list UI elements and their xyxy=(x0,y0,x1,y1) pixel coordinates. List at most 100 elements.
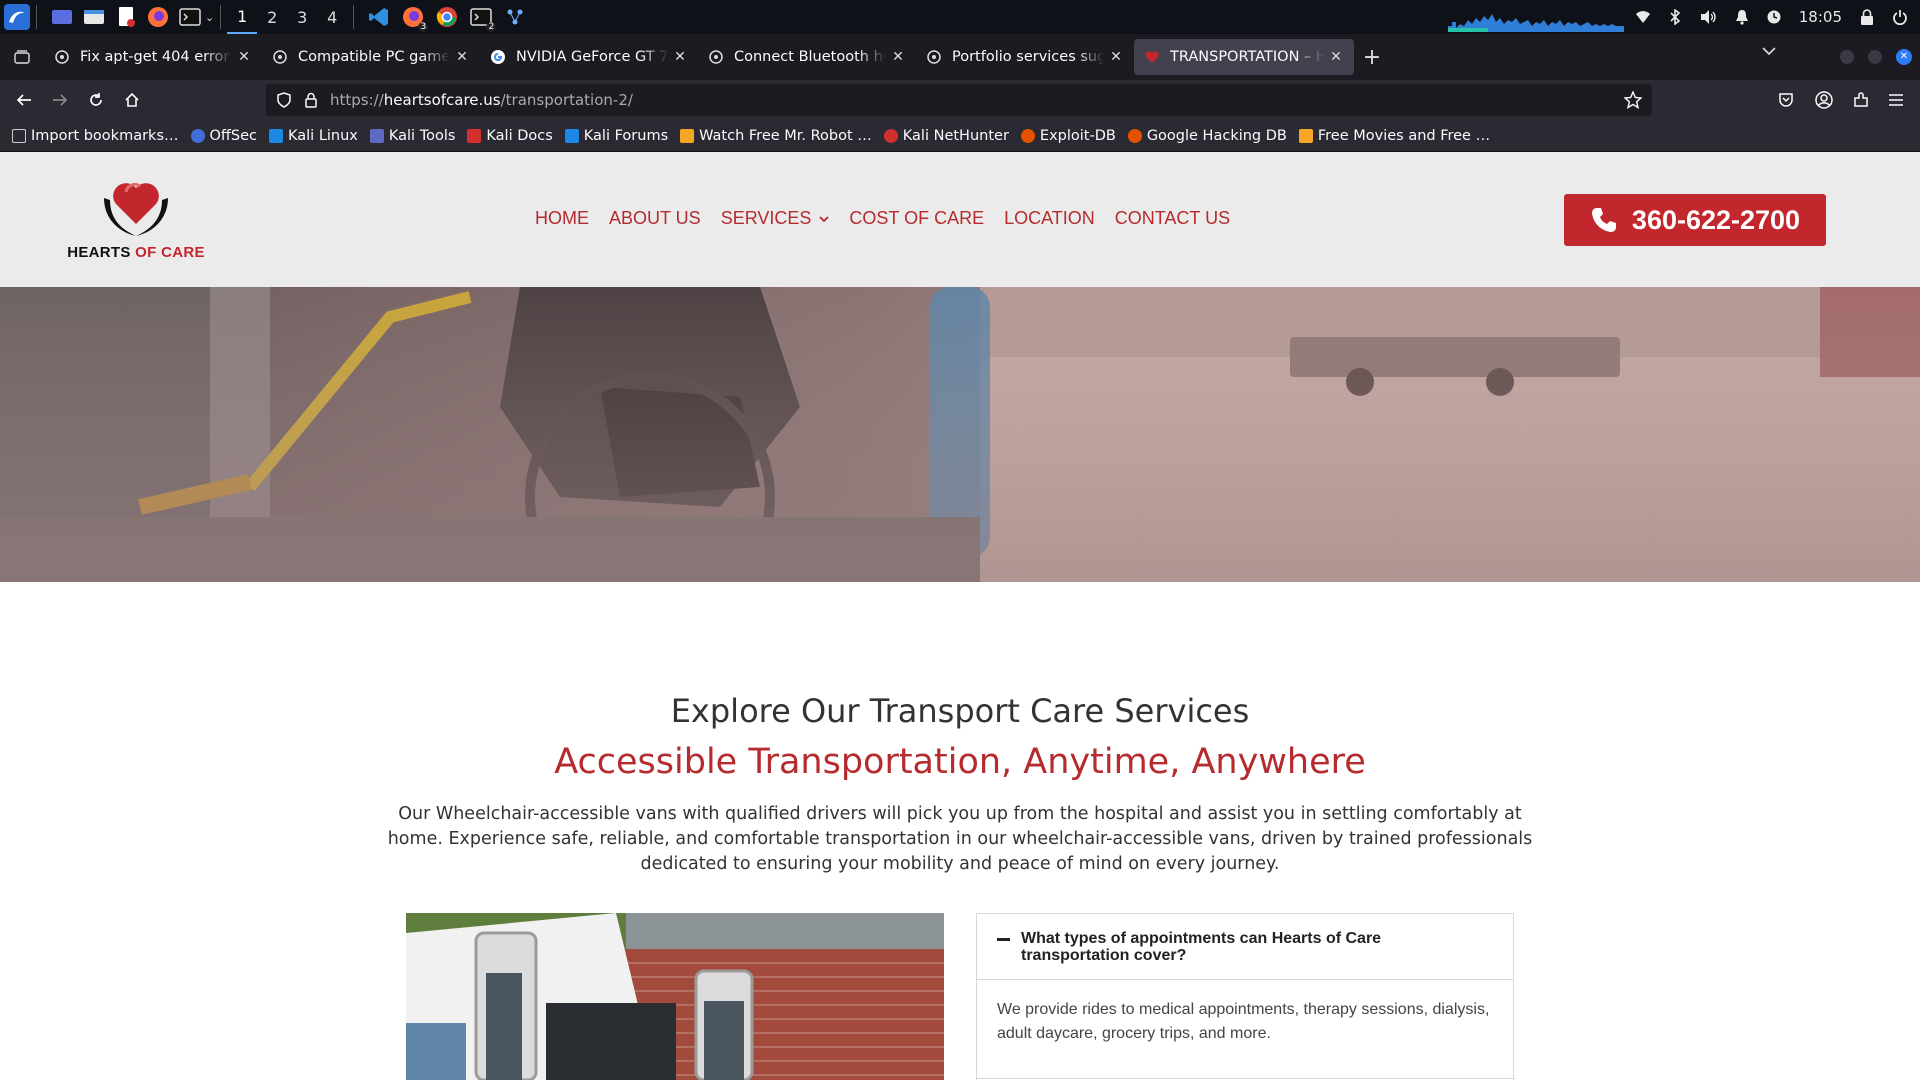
nav-services[interactable]: SERVICES xyxy=(721,208,830,229)
heart-hands-icon xyxy=(104,182,168,236)
clock-time[interactable]: 18:05 xyxy=(1799,8,1842,26)
menu-icon[interactable] xyxy=(1888,93,1904,107)
url-scheme: https:// xyxy=(330,91,384,109)
nav-contact-us[interactable]: CONTACT US xyxy=(1115,208,1230,229)
maximize-button[interactable] xyxy=(1868,50,1882,64)
extensions-icon[interactable] xyxy=(1852,91,1870,109)
desktop-icon[interactable] xyxy=(49,4,75,30)
chrome-icon[interactable] xyxy=(434,4,460,30)
bookmark-mr-robot[interactable]: Watch Free Mr. Robot … xyxy=(680,128,872,144)
close-icon[interactable]: ✕ xyxy=(236,49,252,65)
bookmark-kali-docs[interactable]: Kali Docs xyxy=(467,127,553,144)
nav-home[interactable]: HOME xyxy=(535,208,589,229)
account-icon[interactable] xyxy=(1815,91,1833,109)
bookmark-kali-linux[interactable]: Kali Linux xyxy=(269,128,358,144)
bookmark-nethunter[interactable]: Kali NetHunter xyxy=(883,128,1009,144)
hd-icon xyxy=(680,128,695,143)
forward-button[interactable] xyxy=(42,84,78,116)
kali-forums-icon xyxy=(564,128,579,143)
section-subheading: Accessible Transportation, Anytime, Anyw… xyxy=(554,742,1366,782)
close-icon[interactable]: ✕ xyxy=(1328,49,1344,65)
bookmark-label: Google Hacking DB xyxy=(1146,127,1287,144)
url-bar[interactable]: https://heartsofcare.us/transportation-2… xyxy=(266,84,1652,116)
tab-portfolio[interactable]: Portfolio services suggest ✕ xyxy=(916,39,1134,75)
tab-fix-apt[interactable]: Fix apt-get 404 error ✕ xyxy=(44,39,262,75)
pocket-icon[interactable] xyxy=(1778,92,1794,108)
back-button[interactable] xyxy=(6,84,42,116)
chevron-down-icon[interactable]: ⌄ xyxy=(205,11,214,24)
faq-accordion: What types of appointments can Hearts of… xyxy=(976,913,1515,1080)
tab-transportation[interactable]: TRANSPORTATION – Hea ✕ xyxy=(1134,39,1354,75)
bookmark-star-icon[interactable] xyxy=(1624,91,1642,109)
browser-nav-bar: https://heartsofcare.us/transportation-2… xyxy=(0,80,1920,120)
call-phone-button[interactable]: 360-622-2700 xyxy=(1564,194,1826,246)
terminal-window-icon[interactable]: 2 xyxy=(466,4,497,32)
nav-cost-of-care[interactable]: COST OF CARE xyxy=(849,208,984,229)
tab-overview-icon[interactable] xyxy=(0,50,44,64)
bookmark-label: Free Movies and Free … xyxy=(1317,127,1491,144)
tab-bluetooth[interactable]: Connect Bluetooth heads ✕ xyxy=(698,39,916,75)
power-icon[interactable] xyxy=(1892,9,1908,25)
bookmark-ghdb[interactable]: Google Hacking DB xyxy=(1127,127,1287,144)
firefox-icon[interactable] xyxy=(145,4,171,30)
minimize-button[interactable] xyxy=(1840,50,1854,64)
tab-title: Fix apt-get 404 error xyxy=(80,49,230,65)
url-path: /transportation-2/ xyxy=(500,91,633,109)
bookmark-label: Kali Tools xyxy=(388,127,456,144)
kali-docs-icon xyxy=(467,128,482,143)
phone-icon xyxy=(1591,208,1616,232)
tab-compatible-games[interactable]: Compatible PC games GT ✕ xyxy=(262,39,480,75)
tab-title: TRANSPORTATION – Hea xyxy=(1170,49,1324,65)
bookmark-import[interactable]: Import bookmarks… xyxy=(12,128,179,144)
workspace-3[interactable]: 3 xyxy=(287,0,317,34)
close-icon[interactable]: ✕ xyxy=(890,49,906,65)
bluetooth-icon[interactable] xyxy=(1669,9,1681,25)
file-manager-icon[interactable] xyxy=(81,4,107,30)
bookmark-kali-tools[interactable]: Kali Tools xyxy=(369,127,456,144)
bookmark-free-movies[interactable]: Free Movies and Free … xyxy=(1298,127,1491,144)
close-icon[interactable]: ✕ xyxy=(672,49,688,65)
close-window-button[interactable]: ✕ xyxy=(1896,49,1912,65)
hearts-of-care-logo[interactable]: HEARTS OF CARE xyxy=(60,170,212,270)
network-tool-icon[interactable] xyxy=(502,4,528,30)
faq-question-text: What types of appointments can Hearts of… xyxy=(1021,930,1382,964)
workspace-1[interactable]: 1 xyxy=(227,0,258,34)
wifi-icon[interactable] xyxy=(1635,10,1651,24)
volume-icon[interactable] xyxy=(1699,9,1717,25)
bookmark-kali-forums[interactable]: Kali Forums xyxy=(564,128,668,144)
firefox-window-icon[interactable]: 3 xyxy=(398,4,429,32)
nav-about-us[interactable]: ABOUT US xyxy=(609,208,701,229)
lock-icon[interactable] xyxy=(304,92,318,108)
text-editor-icon[interactable] xyxy=(113,4,139,30)
kali-menu-icon[interactable] xyxy=(4,4,30,30)
minus-icon xyxy=(997,938,1010,941)
workspace-2[interactable]: 2 xyxy=(257,0,287,34)
close-icon[interactable]: ✕ xyxy=(454,49,470,65)
exploit-db-icon xyxy=(1020,128,1035,143)
vscode-icon[interactable] xyxy=(366,4,392,30)
bookmark-offsec[interactable]: OffSec xyxy=(190,128,257,144)
kali-tools-icon xyxy=(369,128,384,143)
nav-location[interactable]: LOCATION xyxy=(1004,208,1095,229)
lock-icon[interactable] xyxy=(1860,9,1874,25)
bookmark-label: Kali Docs xyxy=(486,127,553,144)
tab-title: Compatible PC games GT xyxy=(298,49,450,65)
home-button[interactable] xyxy=(114,84,150,116)
van-photo xyxy=(406,913,944,1080)
workspace-4[interactable]: 4 xyxy=(317,0,347,34)
new-tab-button[interactable]: + xyxy=(1354,45,1390,70)
window-count-badge: 3 xyxy=(418,22,429,32)
logo-wordmark: HEARTS OF CARE xyxy=(67,244,205,261)
list-all-tabs-icon[interactable] xyxy=(1762,46,1776,56)
terminal-icon[interactable] xyxy=(177,4,203,30)
close-icon[interactable]: ✕ xyxy=(1108,49,1124,65)
import-icon xyxy=(12,128,26,143)
notification-bell-icon[interactable] xyxy=(1735,9,1749,25)
bookmark-exploit-db[interactable]: Exploit-DB xyxy=(1020,128,1116,144)
shield-icon[interactable] xyxy=(276,92,292,108)
tab-nvidia[interactable]: NVIDIA GeForce GT 710 (2 ✕ xyxy=(480,39,698,75)
ghdb-icon xyxy=(1127,128,1142,143)
faq-question-toggle[interactable]: What types of appointments can Hearts of… xyxy=(977,914,1513,980)
reload-button[interactable] xyxy=(78,84,114,116)
hero-image xyxy=(0,287,1920,582)
